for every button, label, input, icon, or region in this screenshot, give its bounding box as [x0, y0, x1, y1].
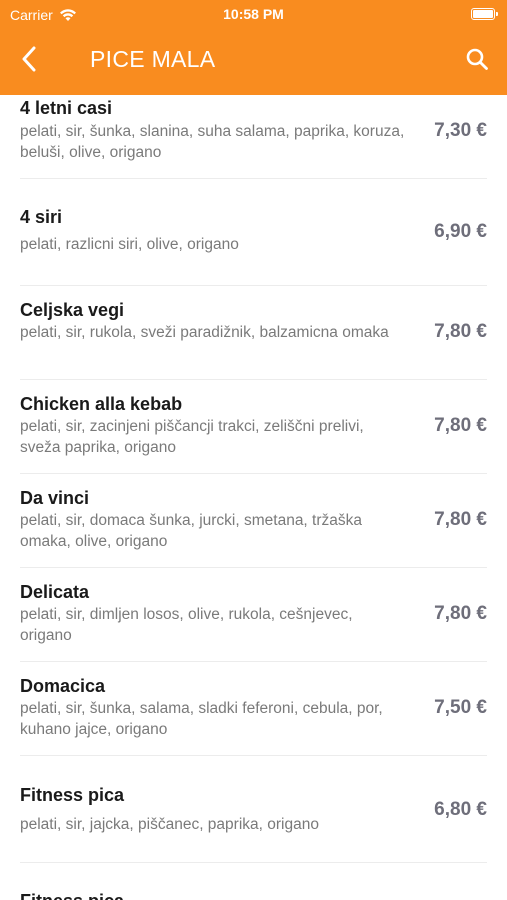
- item-price: 7,30 €: [434, 120, 487, 141]
- chevron-left-icon: [22, 46, 36, 72]
- page-title: PICE MALA: [90, 46, 216, 72]
- menu-item[interactable]: Chicken alla kebab pelati, sir, zacinjen…: [20, 380, 487, 474]
- menu-item[interactable]: Fitness pica: [20, 863, 487, 900]
- item-description: pelati, sir, jajcka, piščanec, paprika, …: [20, 816, 319, 833]
- menu-item[interactable]: 4 letni casi pelati, sir, šunka, slanina…: [20, 95, 487, 179]
- item-name: Da vinci: [20, 488, 90, 508]
- status-bar: Carrier 10:58 PM: [0, 0, 507, 30]
- item-price: 6,80 €: [434, 799, 487, 820]
- back-button[interactable]: [14, 44, 44, 74]
- menu-item[interactable]: 4 siri pelati, razlicni siri, olive, ori…: [20, 179, 487, 286]
- status-time: 10:58 PM: [223, 6, 284, 22]
- app-header: Carrier 10:58 PM PICE MALA: [0, 0, 507, 95]
- menu-item[interactable]: Domacica pelati, sir, šunka, salama, sla…: [20, 662, 487, 756]
- item-name: 4 siri: [20, 207, 63, 227]
- item-name: Fitness pica: [20, 785, 125, 805]
- item-name: Celjska vegi: [20, 300, 125, 320]
- item-description: pelati, razlicni siri, olive, origano: [20, 236, 239, 253]
- item-name: Delicata: [20, 582, 90, 602]
- item-name: Fitness pica: [20, 891, 124, 900]
- item-price: 7,80 €: [434, 415, 487, 436]
- item-description: pelati, sir, rukola, sveži paradižnik, b…: [20, 324, 389, 341]
- menu-item[interactable]: Delicata pelati, sir, dimljen losos, oli…: [20, 568, 487, 662]
- item-description: pelati, sir, šunka, slanina, suha salama…: [20, 123, 405, 161]
- item-name: 4 letni casi: [20, 98, 113, 118]
- search-icon: [466, 48, 488, 70]
- item-price: 6,90 €: [434, 221, 487, 242]
- search-button[interactable]: [463, 45, 491, 73]
- item-description: pelati, sir, domaca šunka, jurcki, smeta…: [20, 512, 363, 550]
- item-price: 7,50 €: [434, 697, 487, 718]
- nav-bar: PICE MALA: [0, 36, 507, 82]
- item-description: pelati, sir, zacinjeni piščancji trakci,…: [20, 418, 364, 456]
- item-price: 7,80 €: [434, 603, 487, 624]
- item-description: pelati, sir, šunka, salama, sladki fefer…: [20, 700, 383, 738]
- menu-item[interactable]: Da vinci pelati, sir, domaca šunka, jurc…: [20, 474, 487, 568]
- item-name: Domacica: [20, 676, 106, 696]
- item-description: pelati, sir, dimljen losos, olive, rukol…: [20, 606, 353, 644]
- item-price: 7,80 €: [434, 321, 487, 342]
- item-name: Chicken alla kebab: [20, 394, 183, 414]
- battery-icon: [471, 8, 498, 20]
- menu-list[interactable]: 4 letni casi pelati, sir, šunka, slanina…: [0, 95, 507, 900]
- menu-item[interactable]: Fitness pica pelati, sir, jajcka, piščan…: [20, 756, 487, 863]
- item-price: 7,80 €: [434, 509, 487, 530]
- menu-item[interactable]: Celjska vegi pelati, sir, rukola, sveži …: [20, 286, 487, 380]
